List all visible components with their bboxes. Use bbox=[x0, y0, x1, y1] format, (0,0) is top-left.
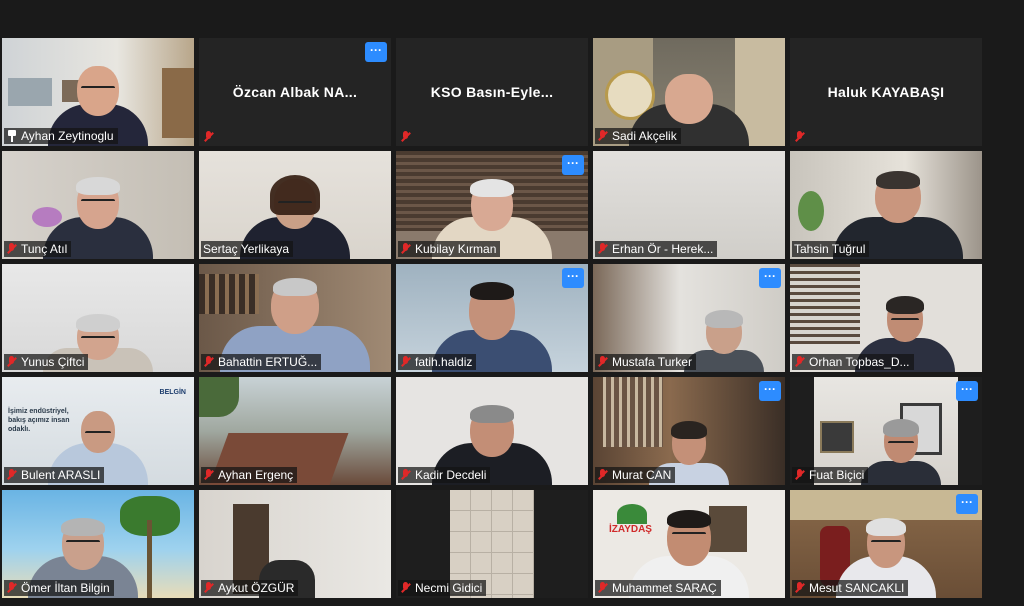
muted-mic-icon bbox=[400, 468, 412, 482]
muted-mic-icon bbox=[400, 242, 412, 256]
muted-mic-icon bbox=[597, 242, 609, 256]
participant-name-label: Bahattin ERTUĞ... bbox=[201, 354, 322, 370]
muted-mic-icon bbox=[6, 355, 18, 369]
muted-mic-icon bbox=[203, 130, 215, 144]
muted-mic-icon bbox=[6, 581, 18, 595]
participant-name-label: Aykut ÖZGÜR bbox=[201, 580, 299, 596]
more-options-button[interactable]: ··· bbox=[956, 381, 978, 401]
participant-name-label: Kadir Decdeli bbox=[398, 467, 491, 483]
participant-tile-kso-basin[interactable]: KSO Basın-Eyle... bbox=[396, 38, 588, 146]
participant-tile-bulent-arasli[interactable]: İşimiz endüstriyel, bakış açımız insan o… bbox=[2, 377, 194, 485]
participant-tile-mustafa-turker[interactable]: ··· Mustafa Turker bbox=[593, 264, 785, 372]
muted-mic-icon bbox=[597, 129, 609, 143]
participant-name-label: Muhammet SARAÇ bbox=[595, 580, 721, 596]
participant-name-label: Orhan Topbas_D... bbox=[792, 354, 914, 370]
pin-icon bbox=[6, 129, 18, 143]
muted-mic-icon bbox=[203, 581, 215, 595]
muted-mic-icon bbox=[203, 355, 215, 369]
participant-tile-tahsin-tugrul[interactable]: Tahsin Tuğrul bbox=[790, 151, 982, 259]
participant-name-label: Ayhan Ergenç bbox=[201, 467, 298, 483]
muted-mic-icon bbox=[400, 130, 412, 144]
muted-mic-icon bbox=[400, 581, 412, 595]
participant-tile-necmi-gidici[interactable]: Necmi Gidici bbox=[396, 490, 588, 598]
participant-name-label: Tahsin Tuğrul bbox=[792, 241, 870, 257]
participant-name-label: Erhan Ör - Herek... bbox=[595, 241, 718, 257]
participant-tile-fuat-bicici[interactable]: ··· Fuat Biçici bbox=[790, 377, 982, 485]
more-options-button[interactable]: ··· bbox=[562, 268, 584, 288]
participant-tile-kadir-decdeli[interactable]: Kadir Decdeli bbox=[396, 377, 588, 485]
muted-mic-icon bbox=[6, 242, 18, 256]
participant-name-label: Yunus Çiftci bbox=[4, 354, 89, 370]
muted-mic-icon bbox=[400, 355, 412, 369]
participant-name-label bbox=[201, 130, 219, 144]
more-options-button[interactable]: ··· bbox=[562, 155, 584, 175]
muted-mic-icon bbox=[794, 468, 806, 482]
participant-tile-yunus-ciftci[interactable]: Yunus Çiftci bbox=[2, 264, 194, 372]
participant-tile-ayhan-ergenc[interactable]: Ayhan Ergenç bbox=[199, 377, 391, 485]
participant-tile-mesut-sancakli[interactable]: ··· Mesut SANCAKLI bbox=[790, 490, 982, 598]
participant-tile-murat-can[interactable]: ··· Murat CAN bbox=[593, 377, 785, 485]
participant-name-label: Fuat Biçici bbox=[792, 467, 869, 483]
participant-name-label: Sertaç Yerlikaya bbox=[201, 241, 294, 257]
participant-video bbox=[861, 419, 942, 485]
muted-mic-icon bbox=[203, 468, 215, 482]
participant-tile-sertac-yerlikaya[interactable]: Sertaç Yerlikaya bbox=[199, 151, 391, 259]
participant-display-name: KSO Basın-Eyle... bbox=[430, 84, 554, 100]
participant-display-name: Özcan Albak NA... bbox=[232, 84, 358, 100]
participant-tile-kubilay-kirman[interactable]: ··· Kubilay Kırman bbox=[396, 151, 588, 259]
muted-mic-icon bbox=[794, 130, 806, 144]
muted-mic-icon bbox=[597, 468, 609, 482]
participant-name-label: Kubilay Kırman bbox=[398, 241, 501, 257]
participant-name-label: fatih.haldiz bbox=[398, 354, 477, 370]
participant-name-label: Sadi Akçelik bbox=[595, 128, 681, 144]
participant-tile-fatih-haldiz[interactable]: ··· fatih.haldiz bbox=[396, 264, 588, 372]
muted-mic-icon bbox=[597, 355, 609, 369]
participant-name-label: Ömer İltan Bilgin bbox=[4, 580, 114, 596]
participant-tile-orhan-topbas[interactable]: Orhan Topbas_D... bbox=[790, 264, 982, 372]
muted-mic-icon bbox=[794, 581, 806, 595]
muted-mic-icon bbox=[6, 468, 18, 482]
participant-tile-haluk-kayabasi[interactable]: Haluk KAYABAŞI bbox=[790, 38, 982, 146]
muted-mic-icon bbox=[794, 355, 806, 369]
participant-name-label: Bulent ARASLI bbox=[4, 467, 105, 483]
virtual-background-logo: BELGİN bbox=[159, 389, 186, 396]
participant-tile-ozcan-albak[interactable]: ··· Özcan Albak NA... bbox=[199, 38, 391, 146]
more-options-button[interactable]: ··· bbox=[759, 381, 781, 401]
participant-tile-omer-iltan-bilgin[interactable]: Ömer İltan Bilgin bbox=[2, 490, 194, 598]
participant-tile-tunc-atil[interactable]: Tunç Atıl bbox=[2, 151, 194, 259]
participant-tile-erhan-or[interactable]: Erhan Ör - Herek... bbox=[593, 151, 785, 259]
muted-mic-icon bbox=[597, 581, 609, 595]
participant-name-label bbox=[398, 130, 416, 144]
participant-name-label: Mesut SANCAKLI bbox=[792, 580, 909, 596]
participant-tile-sadi-akcelik[interactable]: Sadi Akçelik bbox=[593, 38, 785, 146]
participant-display-name: Haluk KAYABAŞI bbox=[827, 84, 945, 100]
participant-tile-bahattin-ertug[interactable]: Bahattin ERTUĞ... bbox=[199, 264, 391, 372]
gallery-grid: Ayhan Zeytinoglu ··· Özcan Albak NA... K… bbox=[2, 38, 982, 598]
participant-tile-ayhan-zeytinoglu[interactable]: Ayhan Zeytinoglu bbox=[2, 38, 194, 146]
participant-name-label: Necmi Gidici bbox=[398, 580, 487, 596]
participant-name-label: Murat CAN bbox=[595, 467, 676, 483]
more-options-button[interactable]: ··· bbox=[759, 268, 781, 288]
participant-tile-muhammet-sarac[interactable]: İZAYDAŞ Muhammet SARAÇ bbox=[593, 490, 785, 598]
participant-name-label: Ayhan Zeytinoglu bbox=[4, 128, 118, 144]
participant-name-label: Mustafa Turker bbox=[595, 354, 697, 370]
participant-name-label: Tunç Atıl bbox=[4, 241, 72, 257]
participant-name-label bbox=[792, 130, 810, 144]
more-options-button[interactable]: ··· bbox=[956, 494, 978, 514]
participant-tile-aykut-ozgur[interactable]: Aykut ÖZGÜR bbox=[199, 490, 391, 598]
